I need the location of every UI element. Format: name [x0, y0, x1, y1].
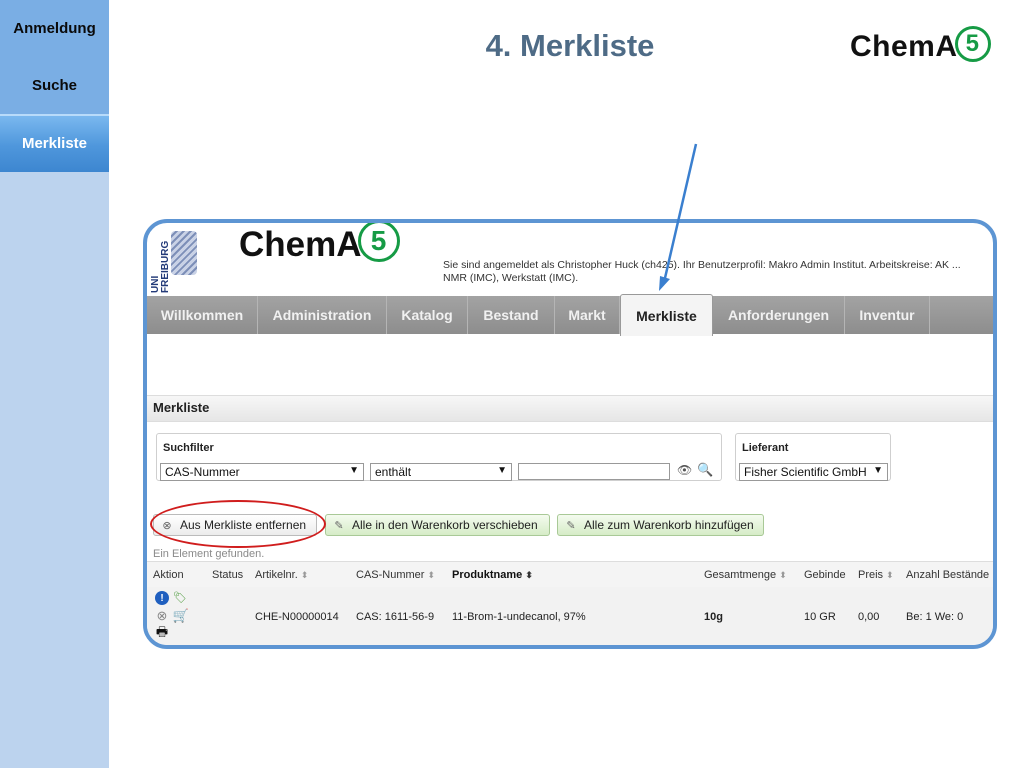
column-header-produktname[interactable]: Produktname ⬍	[452, 569, 533, 581]
slide-nav-anmeldung[interactable]: Anmeldung	[0, 0, 109, 57]
cart-icon[interactable]: 🛒	[173, 608, 189, 623]
table-row[interactable]: ! 🏷 ⊗ 🛒 🖶 CHE-N00000014 CAS: 1611-56-9 1…	[147, 587, 993, 645]
supplier-box: Lieferant Fisher Scientific GmbH ▼	[735, 433, 891, 481]
search-filter-label: Suchfilter	[163, 442, 214, 454]
main-menu: Willkommen Administration Katalog Bestan…	[147, 294, 993, 336]
app-logo: ChemA 5	[239, 223, 400, 265]
table-header: Aktion Status Artikelnr. ⬍ CAS-Nummer ⬍ …	[147, 561, 993, 589]
cell-cas: CAS: 1611-56-9	[356, 611, 435, 623]
info-icon[interactable]: !	[155, 591, 169, 605]
logo-text: ChemA	[850, 30, 958, 63]
pencil-icon: ✎	[566, 519, 576, 532]
cell-gesamtmenge: 10g	[704, 611, 723, 623]
remove-circle-icon[interactable]: ⊗	[155, 608, 169, 623]
sort-icon: ⬍	[300, 570, 309, 580]
result-count: Ein Element gefunden.	[153, 548, 265, 560]
menu-willkommen[interactable]: Willkommen	[147, 296, 258, 334]
filter-field-value: CAS-Nummer	[165, 465, 240, 479]
slide-nav-merkliste[interactable]: Merkliste	[0, 114, 109, 172]
dropdown-arrow-icon: ▼	[873, 465, 883, 476]
menu-inventur[interactable]: Inventur	[845, 296, 930, 334]
filter-operator-select[interactable]: enthält ▼	[370, 463, 512, 481]
app-logo-text: ChemA	[239, 225, 362, 264]
uni-logo-text: UNI FREIBURG	[150, 240, 171, 293]
move-all-button-label: Alle in den Warenkorb verschieben	[352, 518, 538, 532]
column-header-artikelnr-label: Artikelnr.	[255, 569, 298, 581]
cell-gebinde: 10 GR	[804, 611, 836, 623]
login-info-line: NMR (IMC), Werkstatt (IMC).	[443, 272, 579, 284]
column-header-produktname-label: Produktname	[452, 569, 523, 581]
column-header-status: Status	[212, 569, 244, 581]
menu-bestand[interactable]: Bestand	[468, 296, 555, 334]
column-header-gebinde: Gebinde	[804, 569, 846, 581]
filter-operator-value: enthält	[375, 465, 412, 479]
column-header-gesamtmenge[interactable]: Gesamtmenge ⬍	[704, 569, 787, 581]
column-header-cas[interactable]: CAS-Nummer ⬍	[356, 569, 435, 581]
add-all-to-cart-button[interactable]: ✎ Alle zum Warenkorb hinzufügen	[557, 514, 764, 536]
dropdown-arrow-icon: ▼	[497, 465, 507, 476]
column-header-preis-label: Preis	[858, 569, 884, 581]
section-title: Merkliste	[153, 400, 210, 415]
uni-freiburg-logo: UNI FREIBURG	[150, 227, 197, 293]
menu-anforderungen[interactable]: Anforderungen	[713, 296, 845, 334]
menu-merkliste[interactable]: Merkliste	[620, 294, 713, 336]
column-header-aktion: Aktion	[153, 569, 184, 581]
slide-nav-suche[interactable]: Suche	[0, 57, 109, 114]
university-seal-icon	[171, 231, 197, 275]
supplier-select[interactable]: Fisher Scientific GmbH ▼	[739, 463, 888, 481]
pencil-icon: ✎	[334, 519, 344, 532]
column-header-gesamtmenge-label: Gesamtmenge	[704, 569, 777, 581]
app-logo-number: 5	[357, 223, 400, 262]
sort-icon: ⬍	[779, 570, 787, 580]
column-header-cas-label: CAS-Nummer	[356, 569, 425, 581]
sort-icon: ⬍	[886, 570, 894, 580]
highlight-oval	[150, 500, 326, 548]
section-header: Merkliste	[147, 395, 993, 422]
column-header-artikelnr[interactable]: Artikelnr. ⬍	[255, 569, 308, 581]
sort-icon: ⬍	[427, 570, 436, 580]
filter-field-select[interactable]: CAS-Nummer ▼	[160, 463, 364, 481]
supplier-value: Fisher Scientific GmbH	[744, 465, 867, 479]
column-header-anzahl-bestaende: Anzahl Bestände	[906, 569, 990, 581]
printer-icon[interactable]: 🖶	[155, 624, 169, 641]
cell-preis: 0,00	[858, 611, 880, 623]
chema5-logo: ChemA 5	[850, 26, 991, 64]
sort-icon: ⬍	[525, 570, 533, 580]
slide-title: 4. Merkliste	[485, 28, 655, 63]
search-icon[interactable]: 🔍	[697, 462, 713, 478]
dropdown-arrow-icon: ▼	[349, 465, 359, 476]
tag-icon[interactable]: 🏷	[173, 590, 187, 604]
app-screenshot-frame: UNI FREIBURG ChemA 5 Sie sind angemeldet…	[143, 219, 997, 649]
move-all-to-cart-button[interactable]: ✎ Alle in den Warenkorb verschieben	[325, 514, 550, 536]
menu-katalog[interactable]: Katalog	[387, 296, 468, 334]
logo-number: 5	[954, 26, 991, 62]
login-info: Sie sind angemeldet als Christopher Huck…	[443, 259, 993, 285]
menu-markt[interactable]: Markt	[555, 296, 620, 334]
cell-produktname: 11-Brom-1-undecanol, 97%	[452, 611, 586, 623]
column-header-preis[interactable]: Preis ⬍	[858, 569, 894, 581]
eye-icon[interactable]: 👁	[677, 463, 692, 477]
add-all-button-label: Alle zum Warenkorb hinzufügen	[584, 518, 754, 532]
slide-nav: Anmeldung Suche Merkliste	[0, 0, 109, 768]
menu-administration[interactable]: Administration	[258, 296, 387, 334]
search-filter-box: Suchfilter CAS-Nummer ▼ enthält ▼ 👁 🔍	[156, 433, 722, 481]
cell-artikelnr: CHE-N00000014	[255, 611, 339, 623]
cell-anzahl-bestaende: Be: 1 We: 0	[906, 611, 964, 623]
login-info-line: Sie sind angemeldet als Christopher Huck…	[443, 259, 961, 271]
filter-value-input[interactable]	[518, 463, 670, 480]
supplier-label: Lieferant	[742, 442, 789, 454]
